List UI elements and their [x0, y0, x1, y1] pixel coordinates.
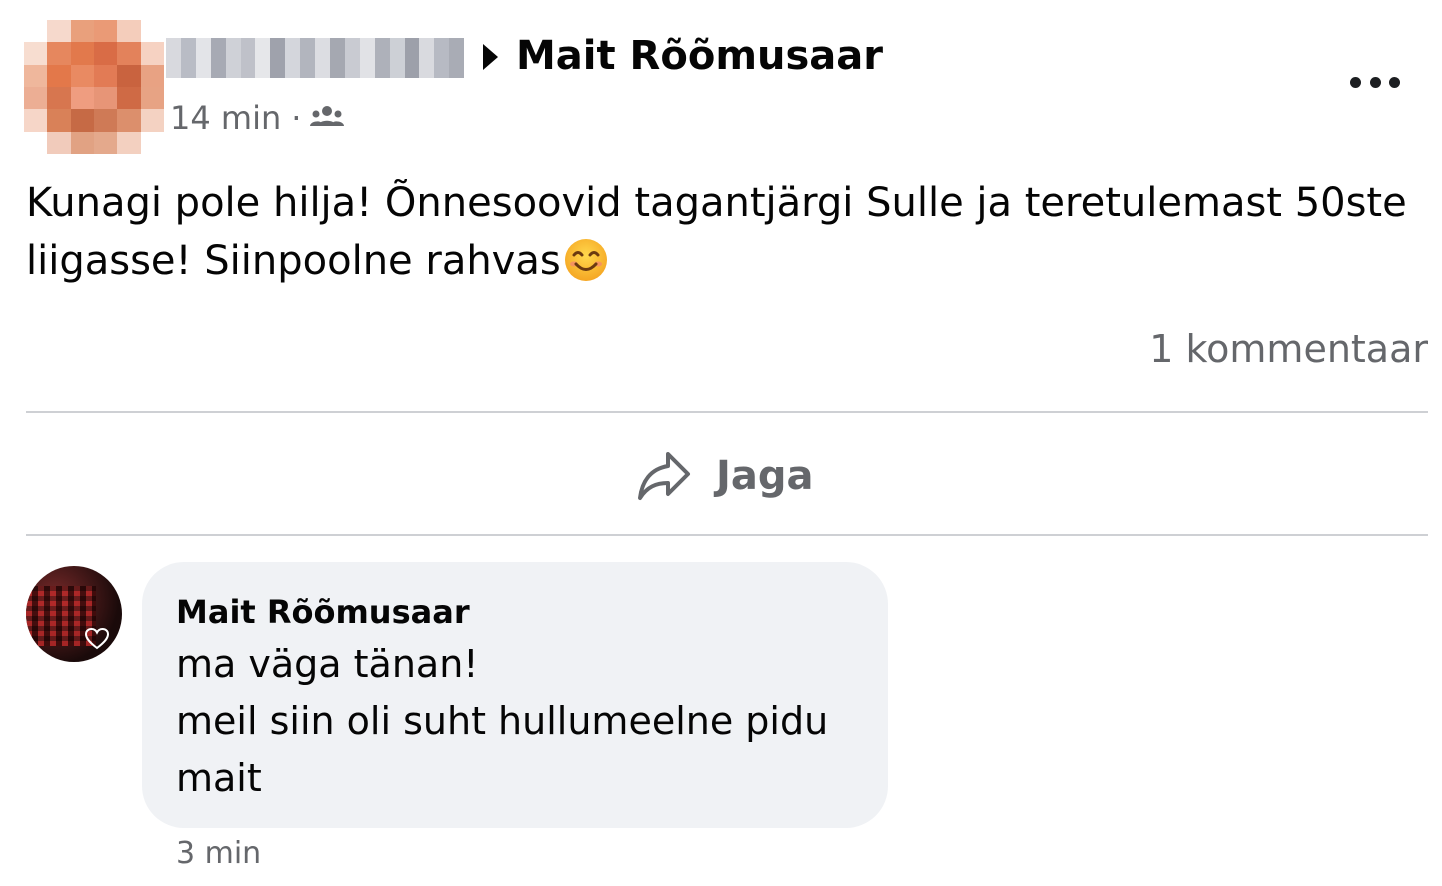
divider-top	[26, 411, 1428, 413]
meta-separator: ·	[291, 99, 302, 137]
post-text-line: Kunagi pole hilja! Õnnesoovid tagantjärg…	[26, 180, 1407, 226]
comment-text: ma väga tänan! meil siin oli suht hullum…	[176, 636, 828, 807]
target-profile-name[interactable]: Mait Rõõmusaar	[516, 30, 883, 82]
post-timestamp[interactable]: 14 min	[170, 99, 281, 137]
comment-line: ma väga tänan!	[176, 642, 479, 686]
more-options-button[interactable]	[1346, 64, 1404, 100]
author-avatar-pixelated[interactable]	[24, 20, 164, 154]
comment-timestamp[interactable]: 3 min	[176, 834, 261, 874]
comment-line: mait	[176, 756, 262, 800]
post-text: Kunagi pole hilja! Õnnesoovid tagantjärg…	[26, 174, 1426, 290]
post-text-line: liigasse! Siinpoolne rahvas	[26, 238, 561, 284]
ellipsis-dot	[1369, 76, 1381, 88]
share-button[interactable]: Jaga	[636, 446, 814, 506]
comment-author[interactable]: Mait Rõõmusaar	[176, 592, 470, 632]
friends-icon[interactable]	[309, 104, 345, 132]
comment-line: meil siin oli suht hullumeelne pidu	[176, 699, 829, 743]
triangle-right-icon	[483, 44, 498, 70]
heart-outline-icon	[84, 627, 110, 650]
author-name-pixelated[interactable]	[166, 38, 464, 78]
facebook-post-screenshot: Mait Rõõmusaar 14 min · Kunagi pole hilj…	[0, 0, 1442, 886]
smiling-face-emoji	[564, 239, 607, 281]
ellipsis-dot	[1389, 76, 1400, 88]
share-label: Jaga	[716, 453, 814, 499]
ellipsis-icon	[1350, 76, 1361, 88]
comment-count-link[interactable]: 1 kommentaar	[1149, 324, 1428, 374]
post-meta: 14 min ·	[170, 96, 345, 140]
share-arrow-icon	[638, 452, 690, 500]
divider-bottom	[26, 534, 1428, 536]
comment-bubble: Mait Rõõmusaar ma väga tänan! meil siin …	[142, 562, 888, 828]
post-text-line-with-emoji: liigasse! Siinpoolne rahvas	[26, 232, 1426, 290]
